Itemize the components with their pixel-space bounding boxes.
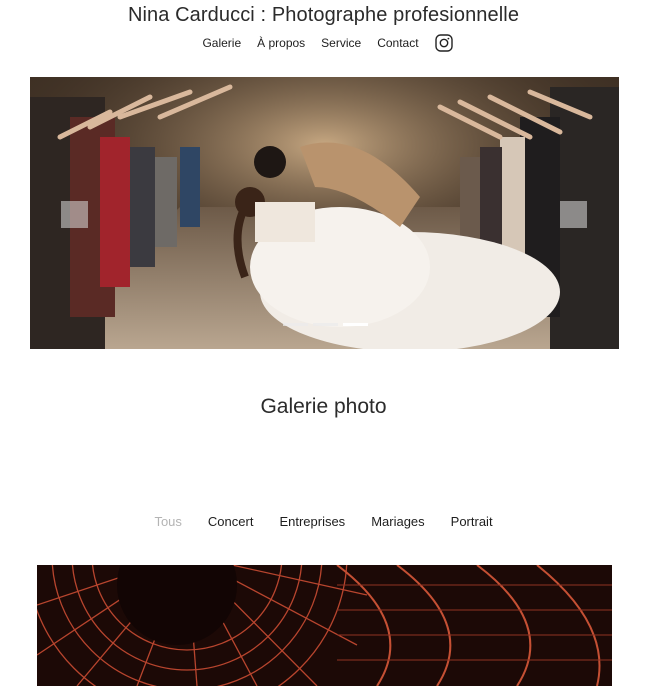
filter-entreprises[interactable]: Entreprises [279, 514, 345, 529]
instagram-icon[interactable] [434, 34, 453, 52]
site-title: Nina Carducci : Photographe profesionnel… [127, 4, 520, 26]
carousel-slide-image [30, 77, 619, 349]
main-nav: Galerie À propos Service Contact [0, 34, 647, 52]
hero-carousel[interactable] [30, 77, 619, 349]
carousel-indicator[interactable] [313, 323, 338, 326]
nav-item-contact[interactable]: Contact [377, 36, 418, 50]
gallery-photo-image [37, 565, 612, 686]
filter-tous[interactable]: Tous [154, 514, 181, 529]
carousel-indicator-active[interactable] [343, 323, 368, 326]
filter-concert[interactable]: Concert [208, 514, 254, 529]
gallery-photo[interactable] [37, 565, 612, 686]
gallery-filters: Tous Concert Entreprises Mariages Portra… [0, 514, 647, 529]
filter-portrait[interactable]: Portrait [451, 514, 493, 529]
carousel-prev-button[interactable] [61, 201, 88, 228]
carousel-next-button[interactable] [560, 201, 587, 228]
carousel-indicator[interactable] [283, 323, 308, 326]
carousel-indicators [283, 323, 368, 326]
nav-item-service[interactable]: Service [321, 36, 361, 50]
nav-item-a-propos[interactable]: À propos [257, 36, 305, 50]
gallery-title: Galerie photo [260, 395, 387, 418]
nav-item-galerie[interactable]: Galerie [202, 36, 241, 50]
filter-mariages[interactable]: Mariages [371, 514, 424, 529]
